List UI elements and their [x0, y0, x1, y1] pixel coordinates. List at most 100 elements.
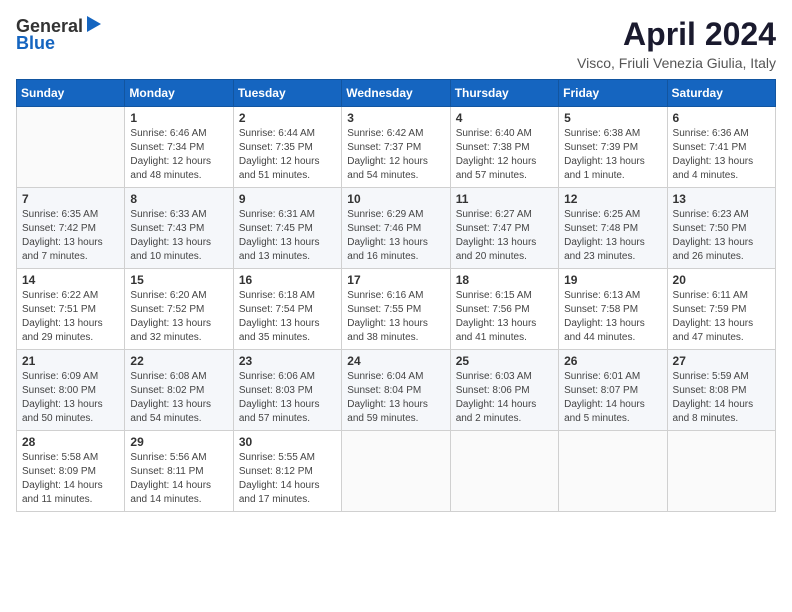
cell-date: 18: [456, 273, 553, 287]
table-row: 18 Sunrise: 6:15 AMSunset: 7:56 PMDayligh…: [450, 269, 558, 350]
col-wednesday: Wednesday: [342, 80, 450, 107]
cell-date: 19: [564, 273, 661, 287]
table-row: [342, 431, 450, 512]
cell-info: Sunrise: 6:46 AMSunset: 7:34 PMDaylight:…: [130, 127, 227, 183]
table-row: 20 Sunrise: 6:11 AMSunset: 7:59 PMDayligh…: [667, 269, 775, 350]
cell-date: 7: [22, 192, 119, 206]
page-title: April 2024: [577, 16, 776, 53]
table-row: 29 Sunrise: 5:56 AMSunset: 8:11 PMDayligh…: [125, 431, 233, 512]
cell-date: 2: [239, 111, 336, 125]
col-thursday: Thursday: [450, 80, 558, 107]
cell-info: Sunrise: 6:18 AMSunset: 7:54 PMDaylight:…: [239, 289, 336, 345]
table-row: 17 Sunrise: 6:16 AMSunset: 7:55 PMDayligh…: [342, 269, 450, 350]
cell-date: 29: [130, 435, 227, 449]
cell-date: 17: [347, 273, 444, 287]
cell-info: Sunrise: 6:08 AMSunset: 8:02 PMDaylight:…: [130, 370, 227, 426]
cell-date: 24: [347, 354, 444, 368]
cell-info: Sunrise: 5:56 AMSunset: 8:11 PMDaylight:…: [130, 451, 227, 507]
logo-arrow-icon: [85, 16, 103, 37]
logo: General Blue: [16, 16, 103, 54]
table-row: 21 Sunrise: 6:09 AMSunset: 8:00 PMDayligh…: [17, 350, 125, 431]
cell-info: Sunrise: 6:40 AMSunset: 7:38 PMDaylight:…: [456, 127, 553, 183]
cell-date: 10: [347, 192, 444, 206]
table-row: 12Sunrise: 6:25 AMSunset: 7:48 PMDayligh…: [559, 188, 667, 269]
table-row: 22 Sunrise: 6:08 AMSunset: 8:02 PMDayligh…: [125, 350, 233, 431]
table-row: [667, 431, 775, 512]
table-row: 26 Sunrise: 6:01 AMSunset: 8:07 PMDayligh…: [559, 350, 667, 431]
cell-info: Sunrise: 6:03 AMSunset: 8:06 PMDaylight:…: [456, 370, 553, 426]
table-row: [450, 431, 558, 512]
cell-info: Sunrise: 6:33 AMSunset: 7:43 PMDaylight:…: [130, 208, 227, 264]
table-row: [559, 431, 667, 512]
cell-info: Sunrise: 6:38 AMSunset: 7:39 PMDaylight:…: [564, 127, 661, 183]
table-row: 15 Sunrise: 6:20 AMSunset: 7:52 PMDayligh…: [125, 269, 233, 350]
col-tuesday: Tuesday: [233, 80, 341, 107]
cell-info: Sunrise: 6:11 AMSunset: 7:59 PMDaylight:…: [673, 289, 770, 345]
cell-info: Sunrise: 6:13 AMSunset: 7:58 PMDaylight:…: [564, 289, 661, 345]
cell-date: 5: [564, 111, 661, 125]
cell-info: Sunrise: 6:20 AMSunset: 7:52 PMDaylight:…: [130, 289, 227, 345]
table-row: 19 Sunrise: 6:13 AMSunset: 7:58 PMDayligh…: [559, 269, 667, 350]
cell-date: 3: [347, 111, 444, 125]
col-monday: Monday: [125, 80, 233, 107]
cell-info: Sunrise: 6:42 AMSunset: 7:37 PMDaylight:…: [347, 127, 444, 183]
header: General Blue April 2024 Visco, Friuli Ve…: [16, 16, 776, 71]
calendar-week-row: 28Sunrise: 5:58 AMSunset: 8:09 PMDayligh…: [17, 431, 776, 512]
table-row: 6Sunrise: 6:36 AMSunset: 7:41 PMDaylight…: [667, 107, 775, 188]
cell-date: 4: [456, 111, 553, 125]
cell-info: Sunrise: 6:31 AMSunset: 7:45 PMDaylight:…: [239, 208, 336, 264]
calendar-week-row: 7 Sunrise: 6:35 AMSunset: 7:42 PMDaylight…: [17, 188, 776, 269]
cell-info: Sunrise: 6:01 AMSunset: 8:07 PMDaylight:…: [564, 370, 661, 426]
cell-date: 13: [673, 192, 770, 206]
table-row: 30 Sunrise: 5:55 AMSunset: 8:12 PMDayligh…: [233, 431, 341, 512]
table-row: 28Sunrise: 5:58 AMSunset: 8:09 PMDayligh…: [17, 431, 125, 512]
calendar-table: Sunday Monday Tuesday Wednesday Thursday…: [16, 79, 776, 512]
cell-info: Sunrise: 6:22 AMSunset: 7:51 PMDaylight:…: [22, 289, 119, 345]
arrow-icon: [85, 16, 103, 32]
cell-info: Sunrise: 6:15 AMSunset: 7:56 PMDaylight:…: [456, 289, 553, 345]
table-row: 23Sunrise: 6:06 AMSunset: 8:03 PMDayligh…: [233, 350, 341, 431]
table-row: 1 Sunrise: 6:46 AMSunset: 7:34 PMDaylight…: [125, 107, 233, 188]
table-row: 25 Sunrise: 6:03 AMSunset: 8:06 PMDayligh…: [450, 350, 558, 431]
cell-date: 26: [564, 354, 661, 368]
cell-info: Sunrise: 5:55 AMSunset: 8:12 PMDaylight:…: [239, 451, 336, 507]
cell-info: Sunrise: 6:09 AMSunset: 8:00 PMDaylight:…: [22, 370, 119, 426]
cell-date: 23: [239, 354, 336, 368]
cell-date: 25: [456, 354, 553, 368]
calendar-header-row: Sunday Monday Tuesday Wednesday Thursday…: [17, 80, 776, 107]
cell-date: 27: [673, 354, 770, 368]
cell-date: 30: [239, 435, 336, 449]
cell-info: Sunrise: 6:23 AMSunset: 7:50 PMDaylight:…: [673, 208, 770, 264]
col-friday: Friday: [559, 80, 667, 107]
table-row: 10 Sunrise: 6:29 AMSunset: 7:46 PMDayligh…: [342, 188, 450, 269]
calendar-week-row: 14Sunrise: 6:22 AMSunset: 7:51 PMDayligh…: [17, 269, 776, 350]
cell-date: 11: [456, 192, 553, 206]
calendar-week-row: 21 Sunrise: 6:09 AMSunset: 8:00 PMDayligh…: [17, 350, 776, 431]
table-row: 11Sunrise: 6:27 AMSunset: 7:47 PMDayligh…: [450, 188, 558, 269]
cell-info: Sunrise: 5:59 AMSunset: 8:08 PMDaylight:…: [673, 370, 770, 426]
cell-date: 28: [22, 435, 119, 449]
cell-info: Sunrise: 6:44 AMSunset: 7:35 PMDaylight:…: [239, 127, 336, 183]
table-row: [17, 107, 125, 188]
cell-info: Sunrise: 6:36 AMSunset: 7:41 PMDaylight:…: [673, 127, 770, 183]
cell-date: 21: [22, 354, 119, 368]
table-row: 27 Sunrise: 5:59 AMSunset: 8:08 PMDayligh…: [667, 350, 775, 431]
table-row: 7 Sunrise: 6:35 AMSunset: 7:42 PMDaylight…: [17, 188, 125, 269]
cell-date: 9: [239, 192, 336, 206]
cell-info: Sunrise: 6:29 AMSunset: 7:46 PMDaylight:…: [347, 208, 444, 264]
cell-date: 22: [130, 354, 227, 368]
logo-blue-text: Blue: [16, 33, 55, 54]
cell-info: Sunrise: 6:35 AMSunset: 7:42 PMDaylight:…: [22, 208, 119, 264]
page-container: General Blue April 2024 Visco, Friuli Ve…: [16, 16, 776, 512]
cell-date: 20: [673, 273, 770, 287]
cell-info: Sunrise: 6:16 AMSunset: 7:55 PMDaylight:…: [347, 289, 444, 345]
cell-date: 16: [239, 273, 336, 287]
col-sunday: Sunday: [17, 80, 125, 107]
table-row: 8Sunrise: 6:33 AMSunset: 7:43 PMDaylight…: [125, 188, 233, 269]
cell-date: 1: [130, 111, 227, 125]
table-row: 3 Sunrise: 6:42 AMSunset: 7:37 PMDaylight…: [342, 107, 450, 188]
col-saturday: Saturday: [667, 80, 775, 107]
table-row: 24Sunrise: 6:04 AMSunset: 8:04 PMDayligh…: [342, 350, 450, 431]
calendar-week-row: 1 Sunrise: 6:46 AMSunset: 7:34 PMDaylight…: [17, 107, 776, 188]
cell-date: 15: [130, 273, 227, 287]
